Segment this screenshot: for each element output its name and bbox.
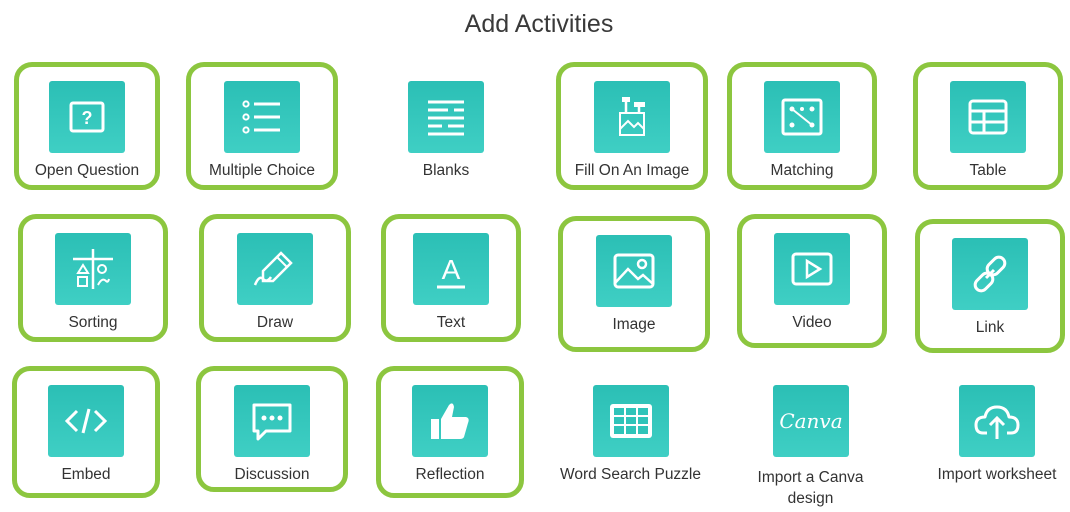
fill-image-icon bbox=[594, 81, 670, 153]
activity-label: Word Search Puzzle bbox=[560, 466, 701, 483]
svg-text:A: A bbox=[442, 254, 461, 285]
activity-label: Fill On An Image bbox=[574, 162, 690, 179]
question-box-icon: ? bbox=[49, 81, 125, 153]
activity-link[interactable]: Link bbox=[915, 219, 1065, 353]
activity-label: Import worksheet bbox=[937, 466, 1057, 483]
page-title: Add Activities bbox=[464, 10, 614, 38]
activity-blanks[interactable]: Blanks bbox=[380, 62, 512, 190]
activity-table[interactable]: Table bbox=[913, 62, 1063, 190]
activity-sorting[interactable]: Sorting bbox=[18, 214, 168, 342]
activity-label: Reflection bbox=[415, 466, 485, 483]
svg-text:?: ? bbox=[82, 108, 93, 128]
activity-image[interactable]: Image bbox=[558, 216, 710, 352]
activity-label: Blanks bbox=[422, 162, 470, 179]
list-icon bbox=[224, 81, 300, 153]
activity-label: Embed bbox=[61, 466, 111, 483]
grid-puzzle-icon bbox=[593, 385, 669, 457]
link-chain-icon bbox=[952, 238, 1028, 310]
activity-open-question[interactable]: ? Open Question bbox=[14, 62, 160, 190]
activity-label: Matching bbox=[770, 162, 834, 179]
activity-label: Sorting bbox=[68, 314, 118, 331]
activity-import-a-canva-design[interactable]: Canva Import a Canva design bbox=[738, 366, 883, 512]
activity-fill-on-an-image[interactable]: Fill On An Image bbox=[556, 62, 708, 190]
activity-embed[interactable]: Embed bbox=[12, 366, 160, 498]
activity-label: Draw bbox=[256, 314, 294, 331]
activity-label: Image bbox=[612, 316, 656, 333]
activity-multiple-choice[interactable]: Multiple Choice bbox=[186, 62, 338, 190]
activity-word-search-puzzle[interactable]: Word Search Puzzle bbox=[548, 366, 713, 502]
activity-label: Video bbox=[792, 314, 832, 331]
chat-bubble-icon bbox=[234, 385, 310, 457]
activity-matching[interactable]: Matching bbox=[727, 62, 877, 190]
cloud-upload-icon bbox=[959, 385, 1035, 457]
thumbs-up-icon bbox=[412, 385, 488, 457]
canva-logo-text: Canva bbox=[779, 409, 843, 433]
text-lines-icon bbox=[408, 81, 484, 153]
sorting-icon bbox=[55, 233, 131, 305]
canva-logo-icon: Canva bbox=[773, 385, 849, 457]
activity-label: Text bbox=[436, 314, 466, 331]
video-play-icon bbox=[774, 233, 850, 305]
matching-icon bbox=[764, 81, 840, 153]
image-icon bbox=[596, 235, 672, 307]
activity-label: Discussion bbox=[234, 466, 310, 483]
pencil-draw-icon bbox=[237, 233, 313, 305]
activity-video[interactable]: Video bbox=[737, 214, 887, 348]
activity-discussion[interactable]: Discussion bbox=[196, 366, 348, 492]
activity-label: Link bbox=[975, 319, 1005, 336]
activity-label: Open Question bbox=[34, 162, 140, 179]
activity-import-worksheet[interactable]: Import worksheet bbox=[922, 366, 1070, 502]
activity-label: Table bbox=[969, 162, 1007, 179]
activity-draw[interactable]: Draw bbox=[199, 214, 351, 342]
code-embed-icon bbox=[48, 385, 124, 457]
table-icon bbox=[950, 81, 1026, 153]
activity-text[interactable]: A Text bbox=[381, 214, 521, 342]
activity-label: Import a Canva design bbox=[757, 469, 864, 507]
activity-reflection[interactable]: Reflection bbox=[376, 366, 524, 498]
text-a-icon: A bbox=[413, 233, 489, 305]
activity-label: Multiple Choice bbox=[209, 162, 315, 179]
